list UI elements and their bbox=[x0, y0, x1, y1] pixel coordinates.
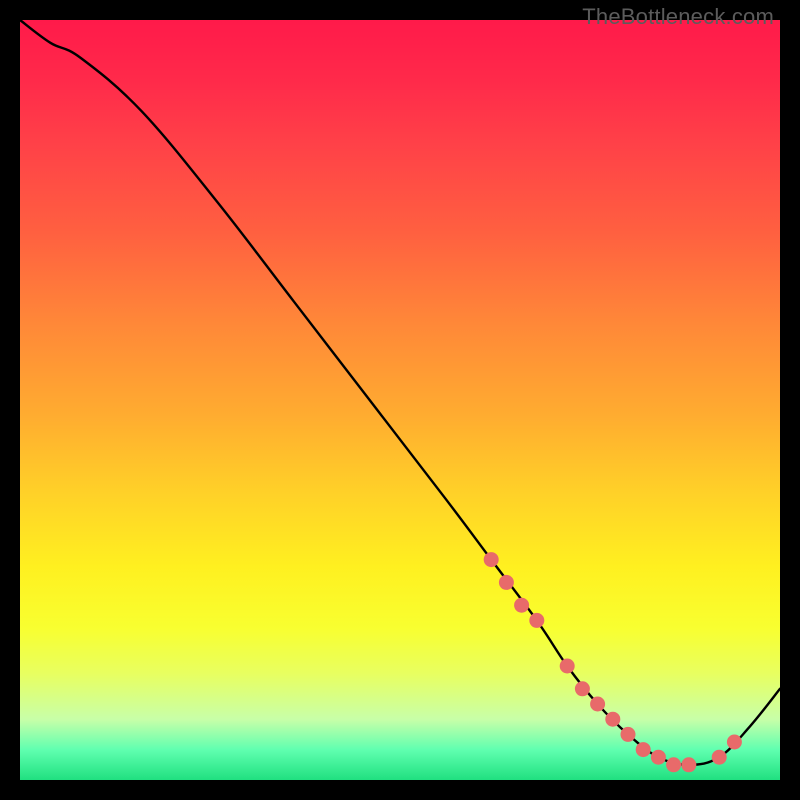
highlight-dots bbox=[484, 552, 742, 772]
chart-area bbox=[20, 20, 780, 780]
bottleneck-curve bbox=[20, 20, 780, 765]
chart-svg bbox=[20, 20, 780, 780]
highlight-dot bbox=[499, 575, 514, 590]
watermark-text: TheBottleneck.com bbox=[582, 4, 774, 30]
highlight-dot bbox=[514, 598, 529, 613]
highlight-dot bbox=[590, 697, 605, 712]
highlight-dot bbox=[484, 552, 499, 567]
highlight-dot bbox=[636, 742, 651, 757]
highlight-dot bbox=[529, 613, 544, 628]
highlight-dot bbox=[575, 681, 590, 696]
highlight-dot bbox=[560, 659, 575, 674]
highlight-dot bbox=[605, 712, 620, 727]
highlight-dot bbox=[727, 735, 742, 750]
highlight-dot bbox=[666, 757, 681, 772]
highlight-dot bbox=[681, 757, 696, 772]
highlight-dot bbox=[621, 727, 636, 742]
highlight-dot bbox=[651, 750, 666, 765]
highlight-dot bbox=[712, 750, 727, 765]
